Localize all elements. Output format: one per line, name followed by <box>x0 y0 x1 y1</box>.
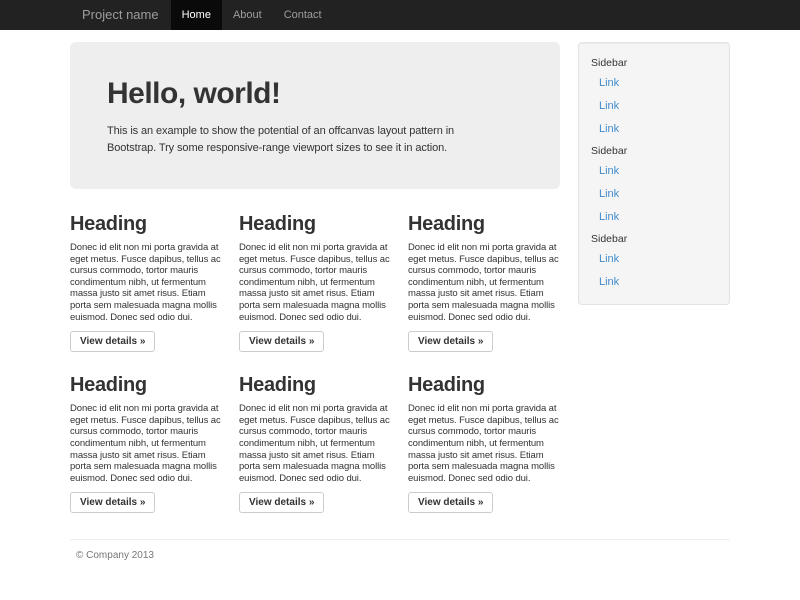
footer: © Company 2013 <box>70 550 730 561</box>
card-body-text: Donec id elit non mi porta gravida at eg… <box>70 403 222 484</box>
view-details-button[interactable]: View details » <box>70 331 155 352</box>
nav-item-home: Home <box>171 0 222 30</box>
navbar-menu: Home About Contact <box>171 0 333 30</box>
sidebar-panel: Sidebar Link Link Link Sidebar Link Link… <box>578 42 730 305</box>
sidebar-link[interactable]: Link <box>591 248 717 271</box>
card-1-3: Heading Donec id elit non mi porta gravi… <box>408 205 560 352</box>
page-body: Hello, world! This is an example to show… <box>70 42 730 527</box>
view-details-button[interactable]: View details » <box>70 492 155 513</box>
main-content: Hello, world! This is an example to show… <box>70 42 560 527</box>
cards-row-1: Heading Donec id elit non mi porta gravi… <box>70 205 560 352</box>
sidebar-group-1: Sidebar Link Link Link <box>591 53 717 141</box>
card-heading: Heading <box>239 374 391 396</box>
nav-link-about[interactable]: About <box>222 0 273 30</box>
footer-divider <box>70 539 730 540</box>
view-details-button[interactable]: View details » <box>239 331 324 352</box>
card-body-text: Donec id elit non mi porta gravida at eg… <box>408 242 560 323</box>
sidebar-link[interactable]: Link <box>591 183 717 206</box>
nav-link-home[interactable]: Home <box>171 0 222 30</box>
card-1-1: Heading Donec id elit non mi porta gravi… <box>70 205 222 352</box>
jumbotron: Hello, world! This is an example to show… <box>70 42 560 189</box>
sidebar-heading: Sidebar <box>591 229 717 248</box>
footer-container: © Company 2013 <box>70 539 730 561</box>
card-body-text: Donec id elit non mi porta gravida at eg… <box>408 403 560 484</box>
cards-row-2: Heading Donec id elit non mi porta gravi… <box>70 366 560 513</box>
view-details-button[interactable]: View details » <box>408 492 493 513</box>
view-details-button[interactable]: View details » <box>239 492 324 513</box>
sidebar-group-3: Sidebar Link Link <box>591 229 717 294</box>
card-heading: Heading <box>239 213 391 235</box>
brand-link[interactable]: Project name <box>70 0 171 30</box>
sidebar-link[interactable]: Link <box>591 206 717 229</box>
card-1-2: Heading Donec id elit non mi porta gravi… <box>239 205 391 352</box>
sidebar-link[interactable]: Link <box>591 118 717 141</box>
sidebar-link[interactable]: Link <box>591 72 717 95</box>
sidebar-group-2: Sidebar Link Link Link <box>591 141 717 229</box>
sidebar-link[interactable]: Link <box>591 95 717 118</box>
card-2-3: Heading Donec id elit non mi porta gravi… <box>408 366 560 513</box>
jumbotron-subtitle: This is an example to show the potential… <box>107 123 502 157</box>
view-details-button[interactable]: View details » <box>408 331 493 352</box>
sidebar-heading: Sidebar <box>591 53 717 72</box>
sidebar-column: Sidebar Link Link Link Sidebar Link Link… <box>578 42 730 527</box>
card-heading: Heading <box>70 374 222 396</box>
top-navbar: Project name Home About Contact <box>0 0 800 30</box>
sidebar-link[interactable]: Link <box>591 160 717 183</box>
page-title: Hello, world! <box>107 78 523 110</box>
card-2-1: Heading Donec id elit non mi porta gravi… <box>70 366 222 513</box>
card-2-2: Heading Donec id elit non mi porta gravi… <box>239 366 391 513</box>
card-heading: Heading <box>70 213 222 235</box>
card-heading: Heading <box>408 374 560 396</box>
sidebar-heading: Sidebar <box>591 141 717 160</box>
nav-item-about: About <box>222 0 273 30</box>
card-heading: Heading <box>408 213 560 235</box>
copyright-text: © Company 2013 <box>76 550 730 561</box>
card-body-text: Donec id elit non mi porta gravida at eg… <box>70 242 222 323</box>
nav-link-contact[interactable]: Contact <box>273 0 333 30</box>
nav-item-contact: Contact <box>273 0 333 30</box>
card-body-text: Donec id elit non mi porta gravida at eg… <box>239 242 391 323</box>
sidebar-link[interactable]: Link <box>591 271 717 294</box>
card-body-text: Donec id elit non mi porta gravida at eg… <box>239 403 391 484</box>
